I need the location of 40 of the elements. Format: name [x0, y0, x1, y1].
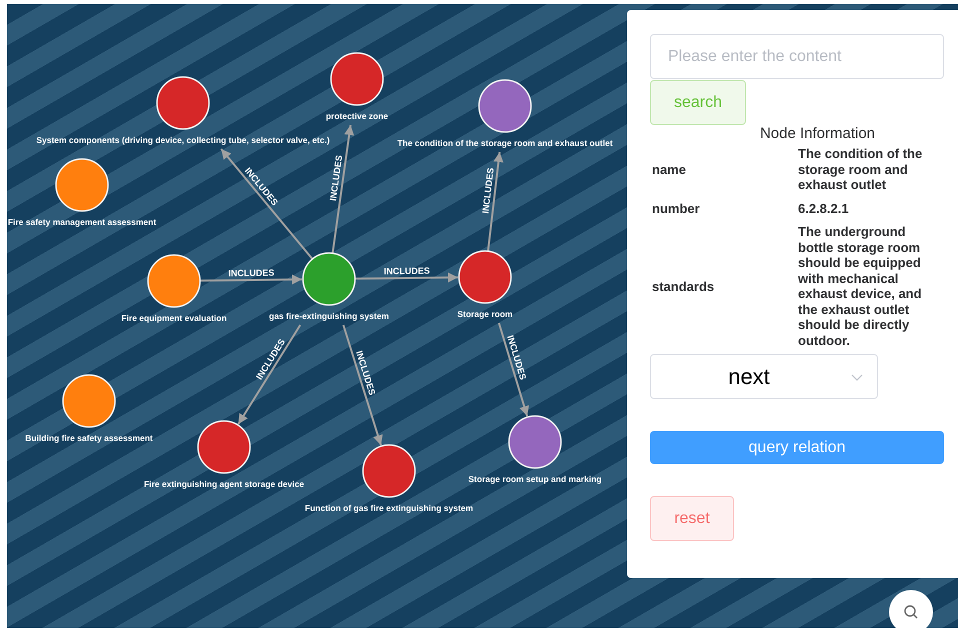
search-field[interactable]: Please enter the content	[650, 34, 944, 79]
graph-node[interactable]	[62, 374, 116, 428]
node-label: The condition of the storage room and exhaust outlet	[397, 138, 613, 148]
node-label: Storage room	[457, 309, 513, 319]
info-key: standards	[650, 278, 798, 294]
graph-node[interactable]	[302, 252, 356, 306]
graph-node[interactable]	[156, 76, 210, 130]
node-label: gas fire-extinguishing system	[269, 311, 389, 321]
info-value: The condition of the storage room and exhaust outlet	[798, 146, 924, 192]
graph-node[interactable]	[55, 158, 109, 212]
panel-title: Node Information	[760, 125, 876, 142]
direction-select[interactable]: next	[650, 354, 878, 399]
graph-node[interactable]	[147, 254, 201, 308]
node-label: Fire extinguishing agent storage device	[144, 479, 304, 489]
edge-label: INCLUDES	[328, 154, 344, 202]
reset-button[interactable]: reset	[650, 496, 734, 541]
node-label: Function of gas fire extinguishing system	[304, 503, 474, 513]
query-button[interactable]: query relation	[650, 431, 944, 464]
info-key: number	[650, 200, 798, 216]
info-key: name	[650, 162, 798, 177]
graph-node[interactable]	[197, 420, 251, 474]
node-label: protective zone	[326, 111, 388, 121]
graph-node[interactable]	[362, 444, 416, 498]
graph-node[interactable]	[508, 415, 562, 469]
chevron-icon	[851, 374, 863, 381]
search-icon	[903, 604, 919, 620]
info-value: The underground bottle storage room should be equipped with mechanical exhaust device, and the exhaust outlet should be directly outdoor.	[798, 224, 923, 348]
graph-node[interactable]	[330, 52, 384, 106]
node-label: Storage room setup and marking	[468, 474, 602, 484]
search-button[interactable]: search	[650, 80, 746, 125]
edge-label: INCLUDES	[480, 167, 496, 214]
node-label: System components (driving device, collecting tube, selector valve, etc.)	[36, 135, 330, 145]
node-label: Building fire safety assessment	[25, 433, 153, 443]
node-label: Fire safety management assessment	[8, 217, 156, 227]
graph-node[interactable]	[478, 79, 532, 133]
edge-label: INCLUDES	[384, 266, 430, 276]
info-value: 6.2.8.2.1	[798, 200, 850, 216]
graph-node[interactable]	[458, 250, 512, 304]
node-label: Fire equipment evaluation	[121, 313, 227, 323]
edge-label: INCLUDES	[228, 268, 274, 278]
